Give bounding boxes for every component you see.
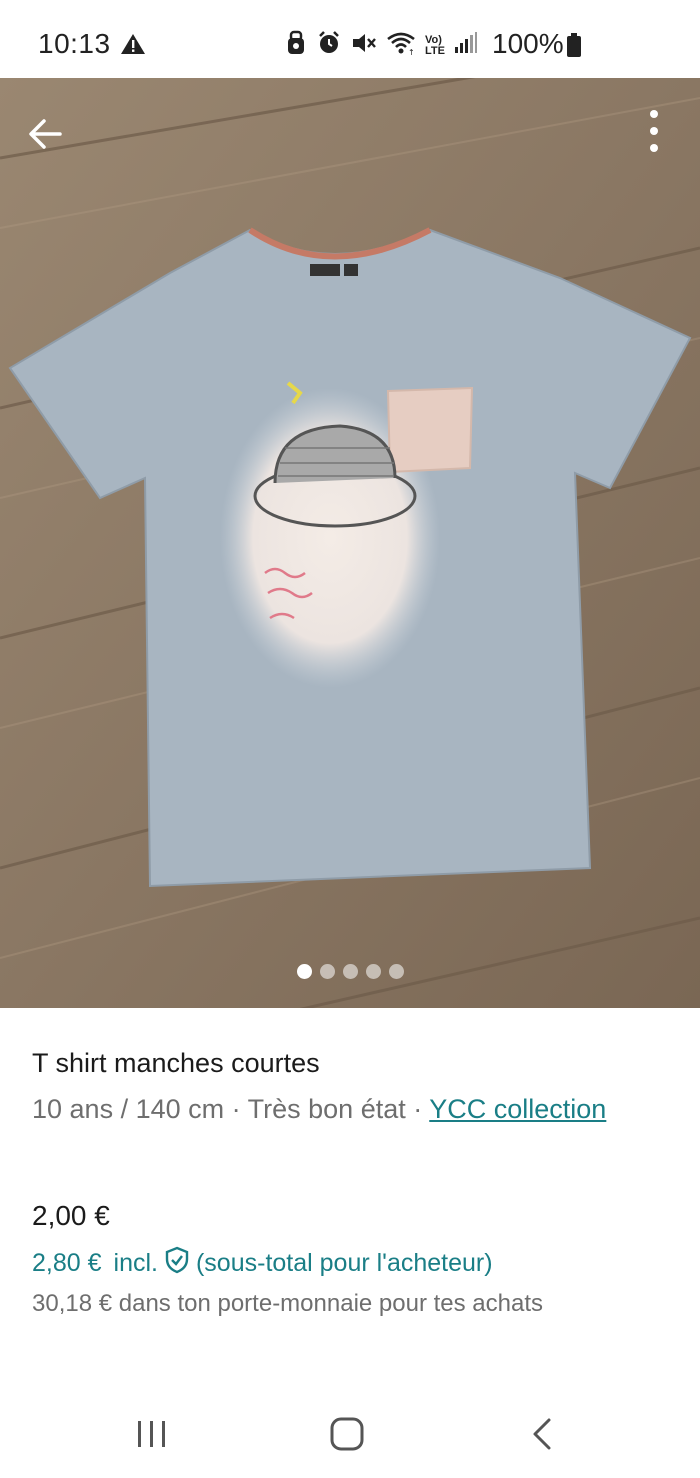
item-size: 10 ans / 140 cm (32, 1094, 225, 1124)
home-icon[interactable] (327, 1414, 367, 1454)
battery-icon (566, 33, 582, 62)
meta-separator: · (405, 1094, 430, 1124)
carousel-indicator (0, 964, 700, 979)
system-back-icon[interactable] (524, 1414, 564, 1454)
meta-separator: · (224, 1094, 248, 1124)
clock-icon (316, 30, 342, 61)
status-time: 10:13 (38, 28, 111, 59)
wifi-icon: ↑↓ (386, 31, 421, 60)
carousel-dot[interactable] (319, 964, 335, 979)
back-arrow-icon[interactable] (26, 114, 66, 154)
product-screen: 10:13 ↑↓ Vo) LTE 100% (0, 0, 700, 1478)
volte-icon: Vo) LTE (425, 33, 445, 57)
product-photo[interactable] (0, 78, 700, 1008)
shield-icon (164, 1246, 190, 1281)
warning-icon (120, 33, 146, 60)
signal-icon (454, 32, 478, 59)
item-brand-link[interactable]: YCC collection (429, 1094, 606, 1124)
product-photo-image (0, 78, 700, 1008)
item-condition: Très bon état (247, 1094, 406, 1124)
more-options-icon[interactable] (640, 108, 668, 154)
system-nav-bar (0, 1392, 700, 1478)
buyer-price-row[interactable]: 2,80 € incl. (sous-total pour l'acheteur… (32, 1246, 493, 1281)
buyer-incl: incl. (113, 1249, 158, 1277)
buyer-note: (sous-total pour l'acheteur) (195, 1249, 493, 1277)
wallet-text: 30,18 € dans ton porte-monnaie pour tes … (32, 1290, 544, 1317)
carousel-dot[interactable] (342, 964, 358, 979)
status-bar: 10:13 ↑↓ Vo) LTE 100% (0, 0, 700, 78)
svg-text:↑↓: ↑↓ (408, 48, 416, 55)
item-meta: 10 ans / 140 cm · Très bon état · YCC co… (32, 1090, 652, 1128)
alarm-icon (285, 30, 307, 61)
item-price: 2,00 € (32, 1200, 110, 1231)
carousel-dot[interactable] (388, 964, 404, 979)
carousel-dot[interactable] (296, 964, 312, 979)
buyer-price: 2,80 € (32, 1249, 102, 1277)
volte-label-top: Vo) (425, 33, 442, 46)
battery-percent: 100% (492, 28, 564, 59)
recent-apps-icon[interactable] (132, 1414, 172, 1454)
item-title: T shirt manches courtes (32, 1048, 320, 1078)
status-icons: ↑↓ Vo) LTE (285, 30, 478, 61)
volte-label-bottom: LTE (425, 44, 445, 57)
mute-icon (351, 31, 377, 60)
carousel-dot[interactable] (365, 964, 381, 979)
